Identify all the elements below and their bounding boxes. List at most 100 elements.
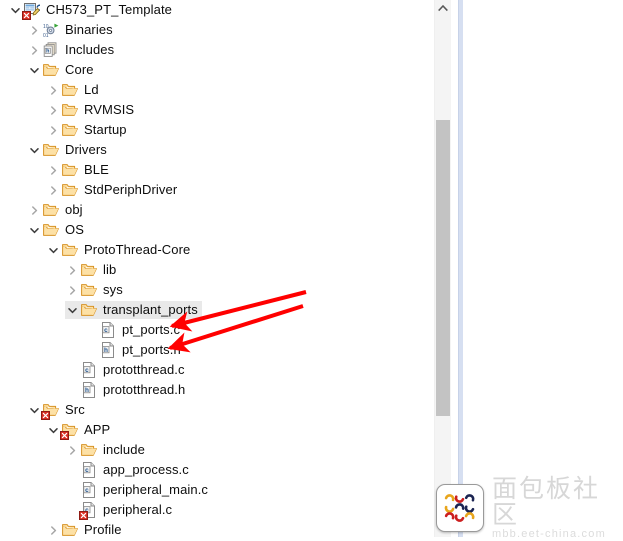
tree-row-content[interactable]: 10 01 Binaries bbox=[27, 21, 117, 39]
tree-row[interactable]: h Includes bbox=[0, 40, 433, 60]
h-file-icon: h bbox=[80, 381, 98, 399]
tree-row-content[interactable]: c peripheral_main.c bbox=[65, 481, 212, 499]
tree-row[interactable]: obj bbox=[0, 200, 433, 220]
chevron-right-icon[interactable] bbox=[46, 81, 61, 99]
tree-row-content[interactable]: lib bbox=[65, 261, 120, 279]
tree-row-content[interactable]: APP bbox=[46, 421, 114, 440]
c-file-icon: c bbox=[80, 481, 98, 499]
tree-row-content[interactable]: OS bbox=[27, 221, 88, 239]
tree-row[interactable]: c pt_ports.c bbox=[0, 320, 433, 340]
tree-row[interactable]: Profile bbox=[0, 520, 433, 537]
tree-row[interactable]: c prototthread.c bbox=[0, 360, 433, 380]
tree-row-content[interactable]: sys bbox=[65, 281, 127, 299]
chevron-right-icon[interactable] bbox=[27, 41, 42, 59]
tree-row[interactable]: Core bbox=[0, 60, 433, 80]
tree-row[interactable]: APP bbox=[0, 420, 433, 440]
binaries-icon: 10 01 bbox=[42, 21, 60, 39]
chevron-right-icon[interactable] bbox=[46, 121, 61, 139]
tree-row-content[interactable]: ProtoThread-Core bbox=[46, 241, 194, 259]
tree-row[interactable]: CH573_PT_Template bbox=[0, 0, 433, 20]
chevron-right-icon[interactable] bbox=[46, 161, 61, 179]
folder-icon bbox=[42, 221, 60, 239]
tree-item-label: Src bbox=[65, 402, 85, 417]
chevron-down-icon[interactable] bbox=[46, 421, 61, 439]
chevron-right-icon[interactable] bbox=[65, 261, 80, 279]
chevron-up-icon[interactable] bbox=[435, 0, 451, 16]
chevron-down-icon[interactable] bbox=[27, 221, 42, 239]
tree-row-content[interactable]: transplant_ports bbox=[65, 301, 202, 319]
project-explorer-tree[interactable]: CH573_PT_Template 10 01 Binaries h Includes Co… bbox=[0, 0, 433, 537]
tree-row[interactable]: RVMSIS bbox=[0, 100, 433, 120]
tree-row[interactable]: c app_process.c bbox=[0, 460, 433, 480]
tree-item-label: Startup bbox=[84, 122, 127, 137]
chevron-down-icon[interactable] bbox=[46, 241, 61, 259]
tree-row[interactable]: h prototthread.h bbox=[0, 380, 433, 400]
tree-row[interactable]: Startup bbox=[0, 120, 433, 140]
c-file-icon: c bbox=[99, 321, 117, 339]
tree-row[interactable]: transplant_ports bbox=[0, 300, 433, 320]
tree-row-content[interactable]: c peripheral.c bbox=[65, 501, 176, 520]
chevron-down-icon[interactable] bbox=[65, 301, 80, 319]
tree-row-content[interactable]: Core bbox=[27, 61, 98, 79]
tree-item-label: transplant_ports bbox=[103, 302, 198, 317]
tree-row[interactable]: h pt_ports.h bbox=[0, 340, 433, 360]
chevron-right-icon[interactable] bbox=[27, 201, 42, 219]
tree-row-content[interactable]: include bbox=[65, 441, 149, 459]
tree-row-content[interactable]: Ld bbox=[46, 81, 103, 99]
tree-row-content[interactable]: c prototthread.c bbox=[65, 361, 189, 379]
tree-row-content[interactable]: h Includes bbox=[27, 41, 118, 59]
chevron-right-icon[interactable] bbox=[27, 21, 42, 39]
scrollbar-thumb[interactable] bbox=[436, 120, 450, 416]
tree-row-content[interactable]: h pt_ports.h bbox=[84, 341, 185, 359]
chevron-right-icon[interactable] bbox=[46, 521, 61, 537]
chevron-down-icon[interactable] bbox=[27, 141, 42, 159]
tree-item-label: Includes bbox=[65, 42, 115, 57]
vertical-scrollbar[interactable] bbox=[434, 0, 451, 537]
tree-row-content[interactable]: Startup bbox=[46, 121, 131, 139]
chevron-right-icon[interactable] bbox=[65, 441, 80, 459]
tree-item-label: prototthread.c bbox=[103, 362, 185, 377]
folder-icon bbox=[80, 281, 98, 299]
folder-icon bbox=[61, 121, 79, 139]
tree-row[interactable]: ProtoThread-Core bbox=[0, 240, 433, 260]
tree-item-label: sys bbox=[103, 282, 123, 297]
folder-icon bbox=[61, 181, 79, 199]
watermark-chinese: 面包板社区 bbox=[492, 473, 601, 529]
tree-row[interactable]: OS bbox=[0, 220, 433, 240]
chevron-right-icon[interactable] bbox=[46, 101, 61, 119]
tree-row-content[interactable]: BLE bbox=[46, 161, 113, 179]
tree-row-content[interactable]: h prototthread.h bbox=[65, 381, 189, 399]
svg-text:c: c bbox=[104, 327, 108, 334]
tree-row-content[interactable]: obj bbox=[27, 201, 87, 219]
chevron-down-icon[interactable] bbox=[27, 401, 42, 419]
tree-row[interactable]: 10 01 Binaries bbox=[0, 20, 433, 40]
tree-row[interactable]: StdPeriphDriver bbox=[0, 180, 433, 200]
tree-row-content[interactable]: Src bbox=[27, 401, 89, 420]
tree-row-content[interactable]: Drivers bbox=[27, 141, 111, 159]
chevron-right-icon[interactable] bbox=[65, 281, 80, 299]
tree-row[interactable]: sys bbox=[0, 280, 433, 300]
tree-row[interactable]: c peripheral.c bbox=[0, 500, 433, 520]
tree-row[interactable]: Drivers bbox=[0, 140, 433, 160]
tree-item-label: obj bbox=[65, 202, 83, 217]
tree-row[interactable]: lib bbox=[0, 260, 433, 280]
chevron-down-icon[interactable] bbox=[27, 61, 42, 79]
tree-row[interactable]: Ld bbox=[0, 80, 433, 100]
folder-icon bbox=[80, 441, 98, 459]
tree-row-content[interactable]: Profile bbox=[46, 521, 126, 537]
tree-row[interactable]: Src bbox=[0, 400, 433, 420]
chevron-right-icon[interactable] bbox=[46, 181, 61, 199]
tree-row[interactable]: BLE bbox=[0, 160, 433, 180]
tree-row-content[interactable]: RVMSIS bbox=[46, 101, 138, 119]
c-file-icon: c bbox=[80, 461, 98, 479]
tree-row-content[interactable]: c app_process.c bbox=[65, 461, 193, 479]
chevron-down-icon[interactable] bbox=[8, 1, 23, 19]
tree-item-label: pt_ports.h bbox=[122, 342, 181, 357]
tree-row-content[interactable]: c pt_ports.c bbox=[84, 321, 184, 339]
tree-row-content[interactable]: CH573_PT_Template bbox=[8, 1, 176, 20]
tree-row-content[interactable]: StdPeriphDriver bbox=[46, 181, 181, 199]
tree-row[interactable]: include bbox=[0, 440, 433, 460]
folder-icon bbox=[61, 101, 79, 119]
tree-item-label: ProtoThread-Core bbox=[84, 242, 191, 257]
tree-row[interactable]: c peripheral_main.c bbox=[0, 480, 433, 500]
